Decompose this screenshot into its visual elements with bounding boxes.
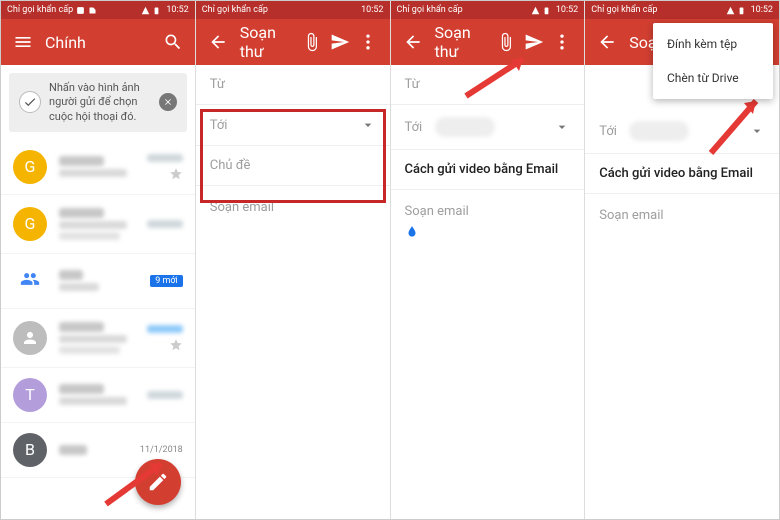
from-field[interactable]: Từ [196,65,390,105]
list-item[interactable]: G [1,195,195,254]
hamburger-icon[interactable] [9,28,37,56]
emergency-label: Chỉ gọi khẩn cấp [7,5,73,15]
facebook-icon [76,6,85,15]
to-field[interactable]: Tới [391,105,585,150]
compose-title: Soạn thư [427,23,493,61]
recipient-chip[interactable] [629,121,689,141]
more-icon[interactable] [354,28,382,56]
menu-insert-drive[interactable]: Chèn từ Drive [653,61,773,95]
subject-field[interactable]: Cách gửi video bằng Email [585,154,779,194]
body-field[interactable]: Soạn email [585,194,779,237]
battery-icon [737,6,746,15]
body-field[interactable]: Soạn email [391,190,585,253]
email-list: G G 9 mới T [1,140,195,478]
status-bar: Chỉ gọi khẩn cấp 10:52 [1,1,195,19]
attach-dropdown-menu: Đính kèm tệp Chèn từ Drive [653,23,773,99]
signal-icon [141,6,150,15]
panel-compose-blank: Chỉ gọi khẩn cấp 10:52 Soạn thư Từ Tới C… [196,1,391,519]
tip-text: Nhấn vào hình ảnh người gửi để chọn cuộc… [49,81,151,124]
attach-icon[interactable] [492,28,520,56]
back-icon[interactable] [593,28,621,56]
to-field[interactable]: Tới [196,105,390,146]
more-icon[interactable] [548,28,576,56]
send-icon[interactable] [520,28,548,56]
chevron-down-icon[interactable] [360,117,376,133]
appbar-compose: Soạn thư [391,19,585,65]
appbar-compose: Soạn thư [196,19,390,65]
signal-icon [726,6,735,15]
subject-field[interactable]: Cách gửi video bằng Email [391,150,585,190]
appbar-inbox: Chính [1,19,195,65]
check-icon [19,91,41,113]
date-text: 11/1/2018 [140,445,183,455]
star-icon[interactable] [169,166,183,180]
body-field[interactable]: Soạn email [196,186,390,229]
battery-icon [152,6,161,15]
pencil-icon [147,471,169,493]
inbox-title: Chính [37,33,159,52]
people-icon [13,264,47,298]
battery-icon [542,6,551,15]
clock-text: 10:52 [166,5,188,15]
recipient-chip[interactable] [435,117,495,137]
status-bar: Chỉ gọi khẩn cấp 10:52 [585,1,779,19]
avatar[interactable]: G [13,207,47,241]
compose-fab-button[interactable] [135,459,181,505]
subject-field[interactable]: Chủ đề [196,146,390,186]
panel-attach-menu: Chỉ gọi khẩn cấp 10:52 Soạn thư Đính kèm… [585,1,779,519]
list-item[interactable]: G [1,140,195,195]
panel-inbox: Chỉ gọi khẩn cấp 10:52 Chính Nhấn vào hì… [1,1,196,519]
chevron-down-icon[interactable] [749,123,765,139]
status-bar: Chỉ gọi khẩn cấp 10:52 [391,1,585,19]
to-field[interactable]: Tới [585,109,779,154]
signal-icon [531,6,540,15]
menu-attach-file[interactable]: Đính kèm tệp [653,27,773,61]
back-icon[interactable] [399,28,427,56]
send-icon[interactable] [326,28,354,56]
avatar[interactable]: G [13,150,47,184]
search-icon[interactable] [159,28,187,56]
list-item[interactable] [1,309,195,368]
tip-banner: Nhấn vào hình ảnh người gửi để chọn cuộc… [9,73,187,132]
list-item[interactable]: T [1,368,195,423]
compose-title: Soạn thư [232,23,298,61]
status-bar: Chỉ gọi khẩn cấp 10:52 [196,1,390,19]
panel-compose-filled: Chỉ gọi khẩn cấp 10:52 Soạn thư Từ Tới C… [391,1,586,519]
avatar[interactable]: T [13,378,47,412]
back-icon[interactable] [204,28,232,56]
chevron-down-icon[interactable] [554,119,570,135]
from-field[interactable]: Từ [391,65,585,105]
star-icon[interactable] [169,337,183,351]
attach-icon[interactable] [298,28,326,56]
avatar[interactable]: B [13,433,47,467]
sim-icon [88,6,97,15]
unread-badge: 9 mới [150,275,183,287]
tip-close-button[interactable] [159,93,177,111]
list-item[interactable]: 9 mới [1,254,195,309]
avatar[interactable] [13,321,47,355]
cursor-handle-icon[interactable] [405,225,419,239]
